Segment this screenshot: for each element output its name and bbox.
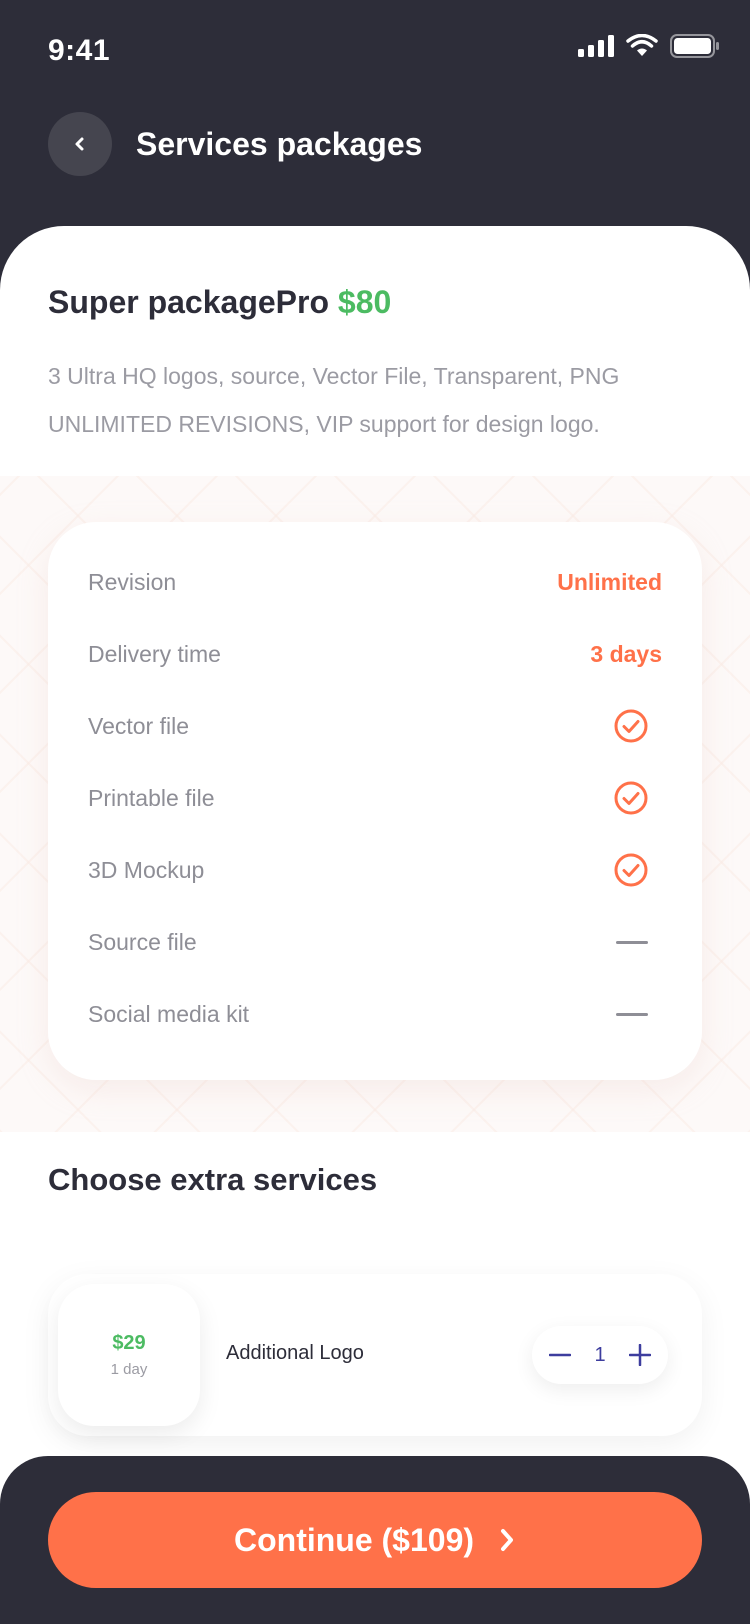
check-circle-icon	[614, 853, 648, 887]
extra-service-card[interactable]: $29 1 day Additional Logo 1	[48, 1274, 702, 1436]
feature-value: 3 days	[590, 640, 662, 667]
extra-price-box: $29 1 day	[58, 1284, 200, 1426]
header: Services packages	[0, 112, 750, 178]
package-description-line: UNLIMITED REVISIONS, VIP support for des…	[48, 411, 600, 437]
wifi-icon	[626, 34, 658, 56]
chevron-left-icon	[75, 137, 84, 151]
quantity-stepper: 1	[532, 1326, 668, 1384]
feature-label: Social media kit	[88, 1000, 250, 1027]
check-circle-icon	[614, 709, 648, 743]
feature-row-3d-mockup: 3D Mockup	[88, 850, 662, 890]
page-title: Services packages	[136, 126, 423, 162]
chevron-right-icon	[501, 1529, 514, 1551]
feature-label: Vector file	[88, 712, 189, 739]
battery-icon	[670, 34, 719, 58]
feature-row-source-file: Source file	[88, 922, 662, 962]
bottom-bar: Continue ($109)	[0, 1456, 750, 1624]
continue-button[interactable]: Continue ($109)	[48, 1492, 702, 1588]
status-time: 9:41	[48, 34, 111, 67]
extra-duration: 1 day	[110, 1361, 148, 1378]
continue-label: Continue ($109)	[233, 1521, 475, 1558]
signal-icon	[578, 35, 614, 57]
feature-value: Unlimited	[557, 568, 662, 595]
extra-name: Additional Logo	[226, 1342, 364, 1364]
package-name: Super packagePro	[48, 284, 329, 320]
feature-label: Delivery time	[88, 640, 221, 667]
minus-icon	[549, 1353, 571, 1357]
feature-label: Revision	[88, 568, 177, 595]
feature-row-delivery-time: Delivery time 3 days	[88, 634, 662, 674]
feature-row-vector-file: Vector file	[88, 706, 662, 746]
increment-button[interactable]	[628, 1343, 652, 1367]
feature-row-revision: Revision Unlimited	[88, 562, 662, 602]
status-bar: 9:41	[0, 0, 750, 100]
features-card: Revision Unlimited Delivery time 3 days …	[48, 522, 702, 1080]
package-title: Super packagePro $80	[48, 284, 391, 321]
check-circle-icon	[614, 781, 648, 815]
feature-row-printable-file: Printable file	[88, 778, 662, 818]
plus-icon	[629, 1344, 651, 1366]
dash-icon	[616, 940, 648, 944]
extra-price: $29	[112, 1332, 146, 1354]
package-description: 3 Ultra HQ logos, source, Vector File, T…	[48, 352, 708, 448]
content-sheet: Super packagePro $80 3 Ultra HQ logos, s…	[0, 226, 750, 1506]
back-button[interactable]	[48, 112, 112, 176]
extra-services-title: Choose extra services	[48, 1162, 378, 1197]
feature-label: 3D Mockup	[88, 856, 205, 883]
feature-label: Printable file	[88, 784, 215, 811]
quantity-value: 1	[594, 1343, 606, 1366]
decrement-button[interactable]	[548, 1343, 572, 1367]
dash-icon	[616, 1012, 648, 1016]
feature-row-social-media-kit: Social media kit	[88, 994, 662, 1034]
package-price: $80	[337, 284, 392, 320]
status-icons	[578, 34, 720, 58]
package-description-line: 3 Ultra HQ logos, source, Vector File, T…	[48, 363, 620, 389]
feature-label: Source file	[88, 928, 197, 955]
